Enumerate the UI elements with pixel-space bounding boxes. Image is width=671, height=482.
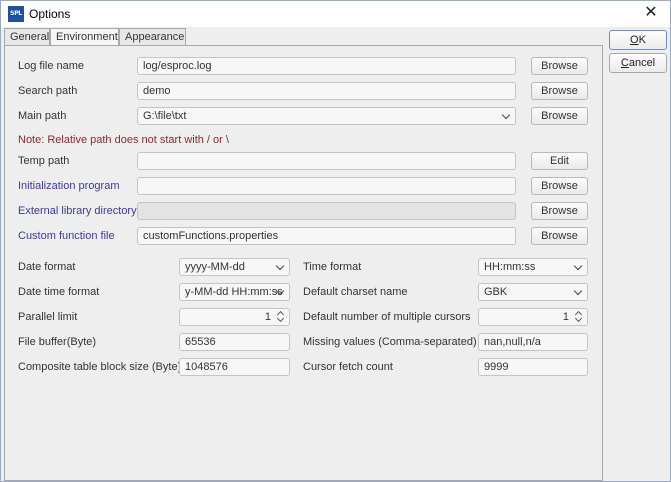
cursor-fetch-label: Cursor fetch count bbox=[303, 361, 393, 373]
ok-label-rest: K bbox=[638, 34, 646, 46]
main-path-combo[interactable]: G:\file\txt bbox=[137, 107, 516, 125]
charset-value: GBK bbox=[484, 286, 508, 298]
charset-combo[interactable]: GBK bbox=[478, 283, 588, 301]
ext-lib-dir-label[interactable]: External library directory bbox=[18, 205, 137, 217]
chevron-down-icon[interactable] bbox=[575, 288, 583, 296]
missing-values-field[interactable]: nan,null,n/a bbox=[478, 333, 588, 351]
search-path-label: Search path bbox=[18, 85, 78, 97]
block-size-field[interactable]: 1048576 bbox=[179, 358, 290, 376]
relative-path-note: Note: Relative path does not start with … bbox=[18, 134, 229, 146]
environment-panel: Log file name log/esproc.log Browse Sear… bbox=[4, 45, 603, 481]
time-format-label: Time format bbox=[303, 261, 362, 273]
date-format-value: yyyy-MM-dd bbox=[185, 261, 245, 273]
log-file-field[interactable]: log/esproc.log bbox=[137, 57, 516, 75]
tab-appearance[interactable]: Appearance bbox=[119, 28, 186, 46]
chevron-down-icon[interactable] bbox=[503, 112, 511, 120]
spin-down-icon[interactable] bbox=[575, 317, 583, 323]
parallel-limit-spinner[interactable]: 1 bbox=[179, 308, 290, 326]
ext-lib-dir-browse-button[interactable]: Browse bbox=[531, 202, 588, 220]
time-format-value: HH:mm:ss bbox=[484, 261, 536, 273]
temp-path-label: Temp path bbox=[18, 155, 70, 167]
options-dialog: SPL Options ✕ General Environment Appear… bbox=[0, 0, 671, 482]
chevron-down-icon[interactable] bbox=[277, 288, 285, 296]
charset-label: Default charset name bbox=[303, 286, 408, 298]
datetime-format-label: Date time format bbox=[18, 286, 100, 298]
custom-func-file-browse-button[interactable]: Browse bbox=[531, 227, 588, 245]
title-bar: SPL Options ✕ bbox=[1, 1, 670, 27]
log-file-label: Log file name bbox=[18, 60, 85, 72]
main-path-value: G:\file\txt bbox=[143, 110, 187, 122]
window-title: Options bbox=[29, 7, 71, 21]
multi-cursors-spinner[interactable]: 1 bbox=[478, 308, 588, 326]
ok-button[interactable]: OK bbox=[609, 30, 667, 50]
custom-func-file-field[interactable]: customFunctions.properties bbox=[137, 227, 516, 245]
block-size-label: Composite table block size (Byte) bbox=[18, 361, 182, 373]
custom-func-file-label[interactable]: Custom function file bbox=[18, 230, 115, 242]
cancel-label-rest: ancel bbox=[628, 57, 656, 69]
cancel-button[interactable]: Cancel bbox=[609, 53, 667, 73]
search-path-field[interactable]: demo bbox=[137, 82, 516, 100]
init-program-field[interactable] bbox=[137, 177, 516, 195]
date-format-label: Date format bbox=[18, 261, 76, 273]
datetime-format-combo[interactable]: y-MM-dd HH:mm:ss bbox=[179, 283, 290, 301]
temp-path-field[interactable] bbox=[137, 152, 516, 170]
parallel-limit-value: 1 bbox=[264, 311, 271, 323]
temp-path-edit-button[interactable]: Edit bbox=[531, 152, 588, 170]
cancel-mnemonic: C bbox=[620, 57, 629, 69]
date-format-combo[interactable]: yyyy-MM-dd bbox=[179, 258, 290, 276]
ok-mnemonic: O bbox=[630, 34, 639, 46]
init-program-browse-button[interactable]: Browse bbox=[531, 177, 588, 195]
close-icon[interactable]: ✕ bbox=[642, 4, 660, 22]
log-file-browse-button[interactable]: Browse bbox=[531, 57, 588, 75]
multi-cursors-value: 1 bbox=[562, 311, 569, 323]
ext-lib-dir-field[interactable] bbox=[137, 202, 516, 220]
multi-cursors-label: Default number of multiple cursors bbox=[303, 311, 471, 323]
spin-down-icon[interactable] bbox=[277, 317, 285, 323]
file-buffer-label: File buffer(Byte) bbox=[18, 336, 97, 348]
spl-app-icon: SPL bbox=[8, 6, 24, 22]
file-buffer-field[interactable]: 65536 bbox=[179, 333, 290, 351]
parallel-limit-label: Parallel limit bbox=[18, 311, 78, 323]
main-path-browse-button[interactable]: Browse bbox=[531, 107, 588, 125]
chevron-down-icon[interactable] bbox=[575, 263, 583, 271]
search-path-browse-button[interactable]: Browse bbox=[531, 82, 588, 100]
time-format-combo[interactable]: HH:mm:ss bbox=[478, 258, 588, 276]
missing-values-label: Missing values (Comma-separated) bbox=[303, 336, 477, 348]
chevron-down-icon[interactable] bbox=[277, 263, 285, 271]
init-program-label[interactable]: Initialization program bbox=[18, 180, 120, 192]
tab-general[interactable]: General bbox=[4, 28, 50, 46]
main-path-label: Main path bbox=[18, 110, 67, 122]
datetime-format-value: y-MM-dd HH:mm:ss bbox=[185, 286, 283, 298]
cursor-fetch-field[interactable]: 9999 bbox=[478, 358, 588, 376]
